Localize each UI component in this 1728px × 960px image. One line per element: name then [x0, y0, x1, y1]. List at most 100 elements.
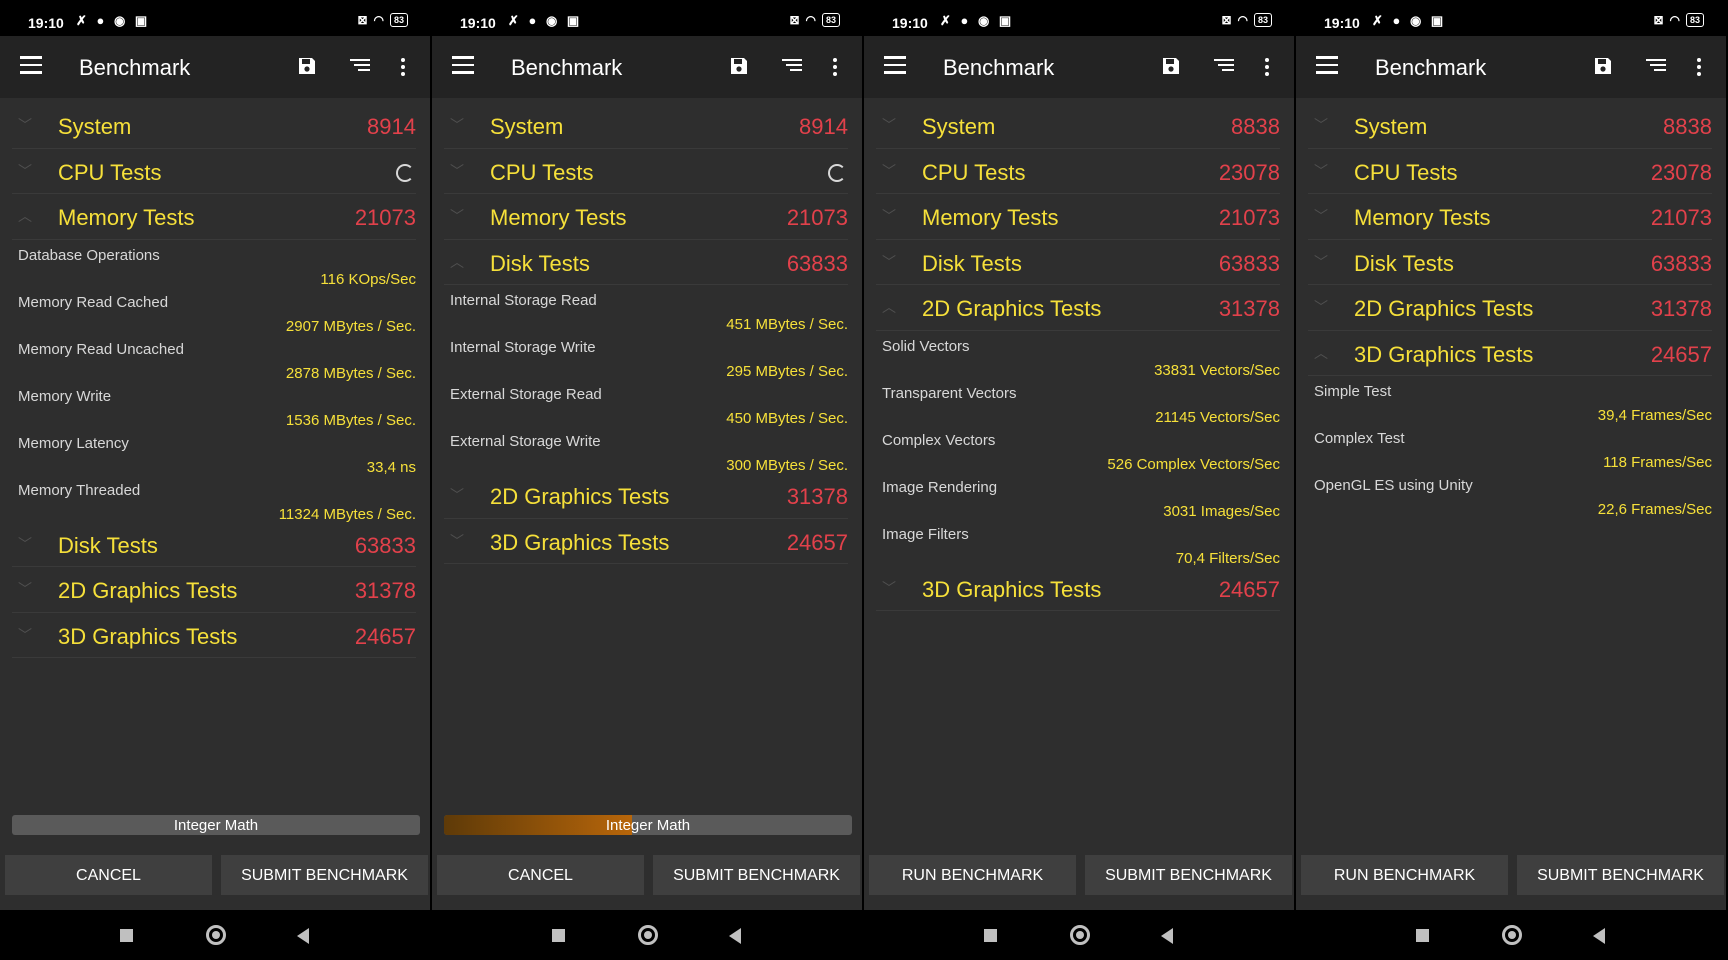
menu-icon[interactable] — [20, 56, 42, 74]
menu-icon[interactable] — [1316, 56, 1338, 74]
run-benchmark-button[interactable]: RUN BENCHMARK — [869, 855, 1076, 895]
menu-icon[interactable] — [452, 56, 474, 74]
category-row[interactable]: ﹀ System 8914 — [444, 103, 848, 149]
submit-benchmark-button[interactable]: SUBMIT BENCHMARK — [221, 855, 428, 895]
category-row[interactable]: ﹀ System 8914 — [12, 103, 416, 149]
category-name: 3D Graphics Tests — [1354, 341, 1534, 367]
test-result-row: Image Filters 70,4 Filters/Sec — [882, 519, 1280, 567]
category-score: 24657 — [1650, 341, 1712, 367]
category-row[interactable]: ﹀ CPU Tests 23078 — [876, 149, 1280, 194]
category-row[interactable]: ︿ Memory Tests 21073 — [12, 194, 416, 240]
save-icon[interactable] — [1593, 56, 1613, 76]
sort-icon[interactable] — [1646, 59, 1666, 75]
category-row[interactable]: ﹀ 2D Graphics Tests 31378 — [12, 567, 416, 613]
test-name: OpenGL ES using Unity — [1314, 477, 1473, 494]
sort-icon[interactable] — [1214, 59, 1234, 75]
category-row[interactable]: ﹀ Memory Tests 21073 — [1308, 194, 1712, 240]
benchmark-list: ﹀ System 8838 ﹀ CPU Tests 23078 ﹀ Memory Tests 2… — [864, 103, 1294, 611]
save-icon[interactable] — [297, 56, 317, 76]
chevron-icon: ﹀ — [450, 487, 464, 503]
save-icon[interactable] — [729, 56, 749, 76]
back-icon[interactable] — [1161, 928, 1173, 944]
recents-icon[interactable] — [552, 929, 565, 942]
test-name: Transparent Vectors — [882, 384, 1017, 402]
wifi-icon: ◠ — [1669, 13, 1680, 27]
category-score: 63833 — [1218, 250, 1280, 276]
sort-icon[interactable] — [350, 59, 370, 75]
category-row[interactable]: ﹀ System 8838 — [1308, 103, 1712, 149]
recents-icon[interactable] — [984, 929, 997, 942]
category-row[interactable]: ﹀ Memory Tests 21073 — [876, 194, 1280, 240]
category-row[interactable]: ﹀ CPU Tests — [444, 149, 848, 194]
test-name: Solid Vectors — [882, 337, 970, 355]
test-name: Complex Test — [1314, 430, 1405, 447]
more-vert-icon[interactable] — [400, 58, 406, 78]
submit-benchmark-button[interactable]: SUBMIT BENCHMARK — [1085, 855, 1292, 895]
status-bar: 19:10 ✗ ● ◉ ▣ ⊠ ◠ 83 — [432, 0, 862, 36]
chevron-icon: ﹀ — [1314, 208, 1328, 224]
category-row[interactable]: ﹀ Disk Tests 63833 — [12, 522, 416, 567]
test-result-row: Internal Storage Read 451 MBytes / Sec. — [450, 285, 848, 333]
category-row[interactable]: ﹀ CPU Tests 23078 — [1308, 149, 1712, 194]
recents-icon[interactable] — [1416, 929, 1429, 942]
back-icon[interactable] — [297, 928, 309, 944]
category-row[interactable]: ︿ 3D Graphics Tests 24657 — [1308, 331, 1712, 376]
wifi-icon: ◠ — [1237, 13, 1248, 27]
category-row[interactable]: ﹀ Disk Tests 63833 — [876, 240, 1280, 285]
test-result-row: Memory Threaded 11324 MBytes / Sec. — [18, 475, 416, 523]
test-name: Internal Storage Read — [450, 292, 597, 309]
test-value: 33,4 ns — [366, 458, 416, 476]
button-row: RUN BENCHMARK SUBMIT BENCHMARK — [1301, 855, 1725, 895]
category-score: 8914 — [799, 114, 848, 139]
button-row: CANCEL SUBMIT BENCHMARK — [5, 855, 429, 895]
home-icon[interactable] — [638, 925, 658, 945]
category-row[interactable]: ﹀ 2D Graphics Tests 31378 — [1308, 285, 1712, 331]
submit-benchmark-button[interactable]: SUBMIT BENCHMARK — [653, 855, 860, 895]
submit-benchmark-button[interactable]: SUBMIT BENCHMARK — [1517, 855, 1724, 895]
cancel-button[interactable]: CANCEL — [437, 855, 644, 895]
chevron-icon: ﹀ — [450, 117, 464, 133]
category-score: 63833 — [354, 532, 416, 558]
sort-icon[interactable] — [782, 59, 802, 75]
save-icon[interactable] — [1161, 56, 1181, 76]
category-row[interactable]: ﹀ System 8838 — [876, 103, 1280, 149]
sim-icon: ⊠ — [789, 13, 800, 27]
app-title: Benchmark — [943, 55, 1055, 80]
app-title: Benchmark — [511, 55, 623, 80]
category-row[interactable]: ︿ Disk Tests 63833 — [444, 240, 848, 285]
recents-icon[interactable] — [120, 929, 133, 942]
category-row[interactable]: ﹀ Memory Tests 21073 — [444, 194, 848, 240]
chevron-icon: ﹀ — [450, 532, 464, 549]
category-row[interactable]: ﹀ 2D Graphics Tests 31378 — [444, 473, 848, 519]
status-time: 19:10 — [460, 15, 496, 31]
more-vert-icon[interactable] — [832, 58, 838, 78]
menu-icon[interactable] — [884, 56, 906, 74]
home-icon[interactable] — [1502, 925, 1522, 945]
category-row[interactable]: ﹀ 3D Graphics Tests 24657 — [876, 566, 1280, 611]
cancel-button[interactable]: CANCEL — [5, 855, 212, 895]
run-benchmark-button[interactable]: RUN BENCHMARK — [1301, 855, 1508, 895]
category-row[interactable]: ﹀ 3D Graphics Tests 24657 — [12, 613, 416, 658]
chevron-icon: ︿ — [882, 299, 896, 315]
category-row[interactable]: ﹀ 3D Graphics Tests 24657 — [444, 519, 848, 564]
phone-screen: 19:10 ✗ ● ◉ ▣ ⊠ ◠ 83 Benchmark ﹀ System 8914 ﹀ CPU… — [0, 0, 430, 960]
category-name: Memory Tests — [1354, 205, 1491, 230]
category-row[interactable]: ︿ 2D Graphics Tests 31378 — [876, 285, 1280, 331]
home-icon[interactable] — [206, 925, 226, 945]
back-icon[interactable] — [729, 928, 741, 944]
test-value: 11324 MBytes / Sec. — [278, 505, 416, 523]
test-value: 70,4 Filters/Sec — [1175, 549, 1280, 567]
more-vert-icon[interactable] — [1264, 58, 1270, 78]
home-icon[interactable] — [1070, 925, 1090, 945]
category-row[interactable]: ﹀ CPU Tests — [12, 149, 416, 194]
test-value: 450 MBytes / Sec. — [726, 410, 848, 427]
category-name: 2D Graphics Tests — [490, 484, 670, 509]
test-result-row: Memory Write 1536 MBytes / Sec. — [18, 381, 416, 429]
test-value: 526 Complex Vectors/Sec — [1107, 455, 1280, 473]
progress-bar: Integer Math — [444, 815, 852, 835]
chevron-icon: ﹀ — [1314, 117, 1328, 133]
category-row[interactable]: ﹀ Disk Tests 63833 — [1308, 240, 1712, 285]
back-icon[interactable] — [1593, 928, 1605, 944]
more-vert-icon[interactable] — [1696, 58, 1702, 78]
chevron-icon: ﹀ — [18, 162, 32, 179]
